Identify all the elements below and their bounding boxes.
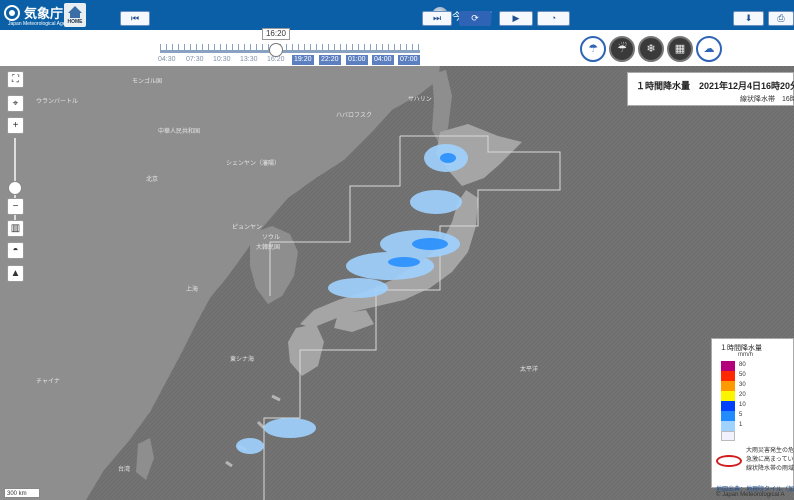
heavy-rain-layer-button[interactable]: ☔ <box>609 36 635 62</box>
map-place-label: サハリン <box>408 97 432 103</box>
cloud-layer-button[interactable]: ☁ <box>696 36 722 62</box>
basemap-button[interactable]: ▥ <box>7 220 24 237</box>
map-place-label: シェンヤン（瀋陽） <box>226 161 281 167</box>
map-place-label: 太平洋 <box>520 367 539 373</box>
home-label: HOME <box>67 19 83 25</box>
precipitation-legend: １時間降水量 mm/h 80 50 30 20 10 5 1 大雨災害発生の危 急激に高まっ… <box>711 338 794 488</box>
rain-layer-button[interactable]: ☂ <box>580 36 606 62</box>
forecast-time-label: 01:00 <box>346 55 368 65</box>
play-button[interactable]: ▶ <box>499 11 533 26</box>
map-canvas[interactable]: ウランバートル モンゴル国 中華人民共和国 シェンヤン（瀋陽） 北京 大韓民国 … <box>0 66 794 500</box>
map-place-label: 東シナ海 <box>230 357 255 363</box>
snow-layer-button[interactable]: ❄ <box>638 36 664 62</box>
relief-toggle-button[interactable]: ▲ <box>7 265 24 282</box>
timeline-slider[interactable] <box>160 50 420 53</box>
legend-swatch <box>721 411 735 421</box>
map-place-label: 台湾 <box>118 467 131 473</box>
map-place-label: チャイナ <box>36 379 60 385</box>
download-button[interactable]: ⬇ <box>733 11 764 26</box>
legend-note: 線状降水帯の雨域 <box>746 466 794 472</box>
jma-logo-icon <box>4 5 20 21</box>
last-frame-button[interactable]: ⏭ <box>422 11 452 26</box>
observation-subtitle: 線状降水帯 16時 <box>740 96 794 103</box>
legend-unit: mm/h <box>738 352 753 358</box>
legend-swatch-label: 5 <box>739 412 743 418</box>
legend-swatch <box>721 391 735 401</box>
map-place-label: ウランバートル <box>36 99 79 105</box>
legend-swatch-label: 80 <box>739 362 746 368</box>
map-basemap <box>0 66 794 500</box>
legend-swatch-label: 50 <box>739 372 746 378</box>
legend-swatch <box>721 431 735 441</box>
legend-swatch-label: 1 <box>739 422 743 428</box>
legend-note: 大雨災害発生の危 <box>746 448 794 454</box>
jma-logo[interactable]: 気象庁 Japan Meteorological Agency <box>4 3 73 27</box>
forecast-time-label: 19:20 <box>292 55 314 65</box>
map-place-label: ピョンヤン <box>232 225 263 231</box>
observation-title: １時間降水量 2021年12月4日16時20分 <box>636 81 794 91</box>
forecast-time-label: 07:00 <box>398 55 420 65</box>
print-button[interactable]: ⎙ <box>768 11 794 26</box>
home-button[interactable]: HOME <box>64 3 86 27</box>
forecast-time-label: 22:20 <box>319 55 341 65</box>
time-label: 07:30 <box>186 56 204 63</box>
refresh-button[interactable]: ⟳ <box>459 11 491 26</box>
legend-swatch <box>721 371 735 381</box>
copyright-text: © Japan Meteorological A <box>716 492 785 498</box>
zoom-in-button[interactable]: + <box>7 117 24 134</box>
home-icon-body <box>70 13 80 18</box>
speed-button[interactable]: ◔ <box>537 11 570 26</box>
observation-info-panel: １時間降水量 2021年12月4日16時20分 線状降水帯 16時 <box>627 72 794 106</box>
map-place-label: 大韓民国 <box>256 245 281 251</box>
terrain-toggle-button[interactable]: ◓ <box>7 242 24 259</box>
legend-swatch-label: 30 <box>739 382 746 388</box>
time-label: 04:30 <box>158 56 176 63</box>
location-button[interactable]: ⌖ <box>7 95 24 112</box>
legend-swatch <box>721 421 735 431</box>
map-place-label: ハバロフスク <box>336 113 373 119</box>
fullscreen-button[interactable]: ⛶ <box>7 71 24 88</box>
map-place-label: 北京 <box>146 177 159 183</box>
current-time-label: 16:20 <box>262 28 290 40</box>
map-place-label: ソウル <box>262 235 281 241</box>
zoom-out-button[interactable]: − <box>7 198 24 215</box>
time-label: 10:30 <box>213 56 231 63</box>
first-frame-button[interactable]: ⏮ <box>120 11 150 26</box>
logo-jp-text: 気象庁 <box>24 6 64 21</box>
linear-rainband-oval-icon <box>716 455 742 467</box>
legend-swatch <box>721 361 735 371</box>
timeline-thumb[interactable] <box>269 43 283 57</box>
legend-swatch-label: 20 <box>739 392 746 398</box>
forecast-time-label: 04:00 <box>372 55 394 65</box>
legend-swatch <box>721 381 735 391</box>
time-label: 13:30 <box>240 56 258 63</box>
map-scale: 300 km <box>4 488 40 498</box>
home-icon <box>68 6 82 13</box>
map-place-label: 上海 <box>186 287 199 293</box>
time-label: 16:20 <box>267 56 285 63</box>
legend-note: 急激に高まってい <box>746 457 794 463</box>
map-place-label: 中華人民共和国 <box>158 129 201 135</box>
legend-swatch-label: 10 <box>739 402 746 408</box>
map-place-label: モンゴル国 <box>132 79 163 85</box>
grid-layer-button[interactable]: ▦ <box>667 36 693 62</box>
legend-swatch <box>721 401 735 411</box>
